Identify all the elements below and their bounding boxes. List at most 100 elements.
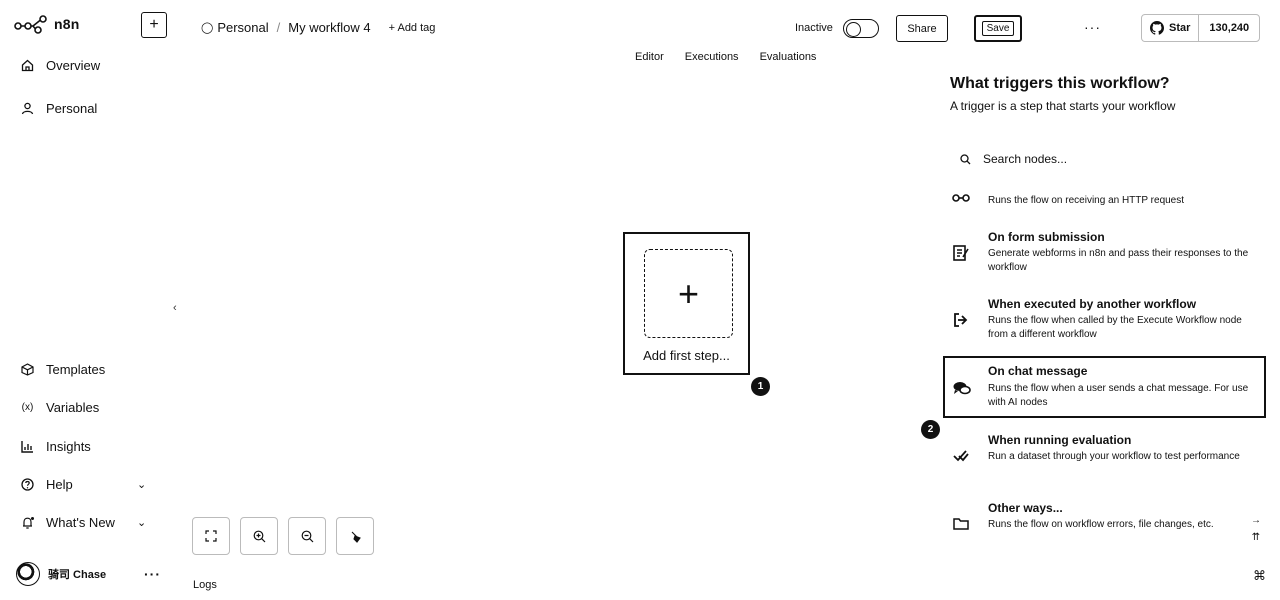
arrow-right-icon[interactable]: → — [1251, 515, 1261, 526]
tab-editor[interactable]: Editor — [635, 51, 664, 63]
sidebar-item-whats-new[interactable]: What's New ⌄ — [20, 515, 160, 530]
form-icon — [950, 242, 972, 264]
add-first-step-node[interactable]: + Add first step... — [623, 232, 750, 375]
translate-icon[interactable]: ⇈ — [1252, 532, 1260, 543]
sidebar-item-label: What's New — [46, 515, 115, 530]
user-icon — [20, 101, 35, 116]
bell-icon — [20, 515, 35, 530]
workflow-name[interactable]: My workflow 4 — [288, 20, 370, 35]
tidy-up-button[interactable] — [336, 517, 374, 555]
add-first-step-target[interactable]: + — [644, 249, 733, 338]
sidebar-item-personal[interactable]: Personal — [20, 101, 97, 116]
github-icon — [1150, 21, 1164, 35]
sidebar-item-insights[interactable]: Insights — [20, 439, 91, 454]
fit-view-button[interactable] — [192, 517, 230, 555]
box-icon — [20, 362, 35, 377]
sidebar-item-label: Help — [46, 477, 73, 492]
trigger-item-form[interactable]: On form submission Generate webforms in … — [950, 230, 1266, 278]
workflow-tabs: Editor Executions Evaluations — [635, 51, 816, 63]
sidebar-item-label: Insights — [46, 439, 91, 454]
help-icon — [20, 477, 35, 492]
breadcrumb: ◯ Personal / My workflow 4 + Add tag — [201, 20, 435, 35]
search-input[interactable]: Search nodes... — [960, 152, 1067, 166]
search-icon — [960, 153, 971, 164]
step-badge-2: 2 — [921, 420, 940, 439]
sidebar-item-variables[interactable]: (x) Variables — [20, 400, 100, 415]
save-button[interactable]: Save — [974, 15, 1022, 42]
github-star[interactable]: Star — [1142, 15, 1200, 41]
github-star-label: Star — [1169, 22, 1191, 34]
user-name: 骑司 Chase — [48, 569, 107, 581]
trigger-title: When running evaluation — [988, 433, 1132, 447]
variable-icon: (x) — [21, 402, 34, 413]
github-star-count[interactable]: 130,240 — [1199, 15, 1259, 41]
sign-in-icon — [950, 309, 972, 331]
n8n-logo-icon — [14, 15, 47, 34]
sidebar-item-label: Personal — [46, 101, 98, 116]
sidebar-item-label: Overview — [46, 58, 101, 73]
n8n-logo[interactable]: n8n — [14, 14, 80, 34]
tab-evaluations[interactable]: Evaluations — [760, 51, 817, 63]
plus-icon: + — [677, 272, 700, 314]
broom-icon — [351, 531, 361, 543]
create-new-button[interactable]: + — [141, 12, 167, 38]
collapse-sidebar-icon[interactable]: ‹ — [173, 302, 177, 314]
check-double-icon — [950, 445, 972, 467]
sidebar-item-templates[interactable]: Templates — [20, 362, 105, 377]
breadcrumb-project[interactable]: Personal — [217, 20, 268, 35]
command-icon[interactable]: ⌘ — [1253, 568, 1266, 584]
project-icon: ◯ — [201, 22, 214, 34]
app-name: n8n — [54, 16, 80, 32]
share-button[interactable]: Share — [896, 15, 948, 42]
trigger-panel: What triggers this workflow? A trigger i… — [930, 64, 1280, 600]
trigger-item-webhook[interactable]: Runs the flow on receiving an HTTP reque… — [950, 190, 1266, 210]
chevron-down-icon: ⌄ — [137, 479, 147, 491]
zoom-out-button[interactable] — [288, 517, 326, 555]
save-label: Save — [981, 21, 1015, 36]
home-icon — [20, 58, 35, 73]
tab-executions[interactable]: Executions — [685, 51, 739, 63]
active-toggle[interactable] — [843, 19, 879, 38]
trigger-title: Other ways... — [988, 501, 1063, 515]
trigger-description: Runs the flow on workflow errors, file c… — [988, 519, 1214, 530]
sidebar-item-overview[interactable]: Overview — [20, 58, 100, 73]
trigger-item-chat-message[interactable]: On chat message Runs the flow when a use… — [943, 356, 1266, 418]
trigger-title: When executed by another workflow — [988, 297, 1197, 311]
trigger-description: Runs the flow when a user sends a chat m… — [988, 383, 1249, 408]
user-menu[interactable]: 骑司 Chase ··· — [16, 562, 161, 586]
zoom-in-icon — [253, 530, 265, 542]
zoom-out-icon — [301, 530, 313, 542]
avatar — [16, 562, 40, 586]
trigger-title: On chat message — [988, 364, 1088, 378]
canvas-controls — [192, 517, 374, 555]
sidebar-item-label: Variables — [46, 400, 100, 415]
zoom-in-button[interactable] — [240, 517, 278, 555]
panel-title: What triggers this workflow? — [950, 75, 1170, 92]
trigger-item-execute-workflow[interactable]: When executed by another workflow Runs t… — [950, 297, 1266, 345]
trigger-description: Runs the flow when called by the Execute… — [988, 315, 1242, 340]
search-placeholder: Search nodes... — [983, 152, 1068, 166]
chat-icon — [951, 377, 973, 399]
add-tag-button[interactable]: + Add tag — [389, 22, 436, 34]
logs-toggle[interactable]: Logs — [193, 579, 217, 591]
active-status-label: Inactive — [795, 22, 833, 34]
trigger-description: Generate webforms in n8n and pass their … — [988, 248, 1249, 273]
sidebar-item-label: Templates — [46, 362, 106, 377]
github-star-button[interactable]: Star 130,240 — [1141, 14, 1261, 42]
folder-icon — [950, 512, 972, 534]
trigger-item-evaluation[interactable]: When running evaluation Run a dataset th… — [950, 433, 1266, 481]
fit-view-icon — [205, 530, 217, 542]
more-options-icon[interactable]: ··· — [1084, 19, 1101, 35]
trigger-item-other[interactable]: Other ways... Runs the flow on workflow … — [950, 501, 1266, 549]
breadcrumb-separator: / — [276, 20, 281, 35]
user-menu-dots-icon[interactable]: ··· — [144, 566, 161, 582]
step-badge-1: 1 — [751, 377, 770, 396]
trigger-title: On form submission — [988, 230, 1105, 244]
chevron-down-icon: ⌄ — [137, 517, 147, 529]
trigger-description: Run a dataset through your workflow to t… — [988, 451, 1240, 462]
sidebar-item-help[interactable]: Help ⌄ — [20, 477, 160, 492]
sidebar: n8n + Overview Personal Templates (x) Va… — [0, 0, 168, 600]
add-first-step-label: Add first step... — [643, 348, 730, 363]
panel-side-tools: → ⇈ — [1251, 515, 1261, 543]
trigger-description: Runs the flow on receiving an HTTP reque… — [988, 195, 1185, 206]
